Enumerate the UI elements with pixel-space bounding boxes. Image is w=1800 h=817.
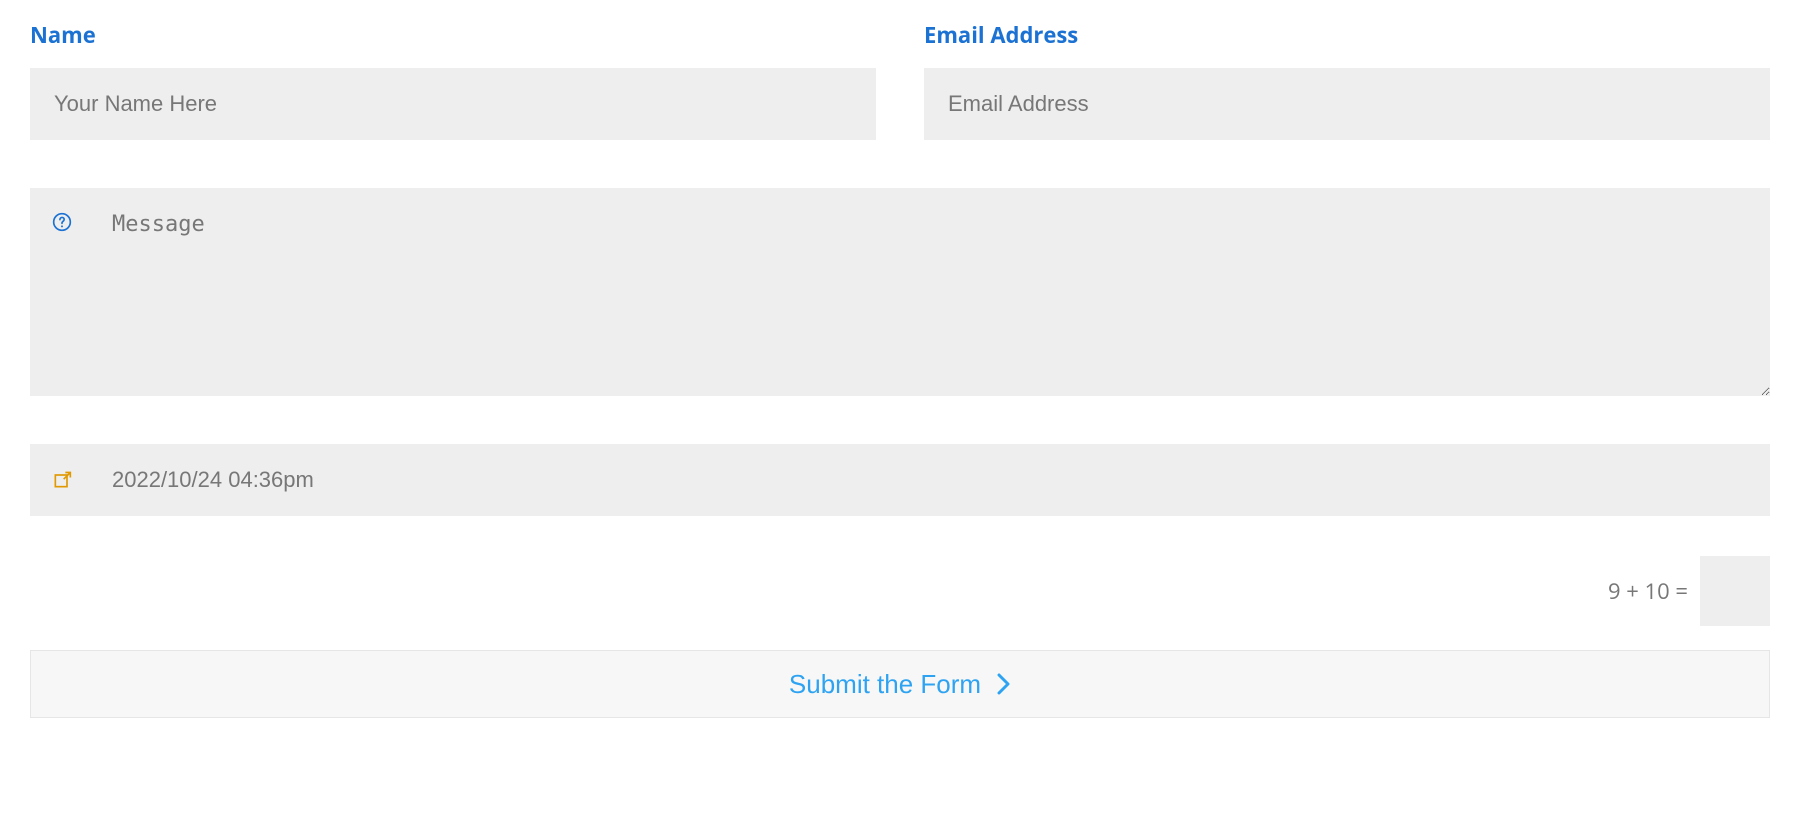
email-col: Email Address (924, 20, 1770, 140)
help-icon[interactable] (52, 212, 72, 232)
chevron-right-icon (997, 673, 1011, 695)
message-field-wrap (30, 188, 1770, 396)
name-email-row: Name Email Address (30, 20, 1770, 140)
captcha-input[interactable] (1700, 556, 1770, 626)
captcha-row: 9 + 10 = (30, 556, 1770, 626)
submit-button-label: Submit the Form (789, 669, 981, 700)
captcha-question: 9 + 10 = (1608, 576, 1688, 606)
datetime-input[interactable] (30, 444, 1770, 516)
contact-form-page: Name Email Address 9 + 10 = (0, 0, 1800, 817)
name-col: Name (30, 20, 876, 140)
name-input[interactable] (30, 68, 876, 140)
datetime-field-wrap (30, 444, 1770, 516)
message-textarea[interactable] (30, 188, 1770, 396)
name-label: Name (30, 20, 876, 50)
email-label: Email Address (924, 20, 1770, 50)
compose-icon (52, 470, 72, 490)
email-input[interactable] (924, 68, 1770, 140)
submit-button[interactable]: Submit the Form (30, 650, 1770, 718)
